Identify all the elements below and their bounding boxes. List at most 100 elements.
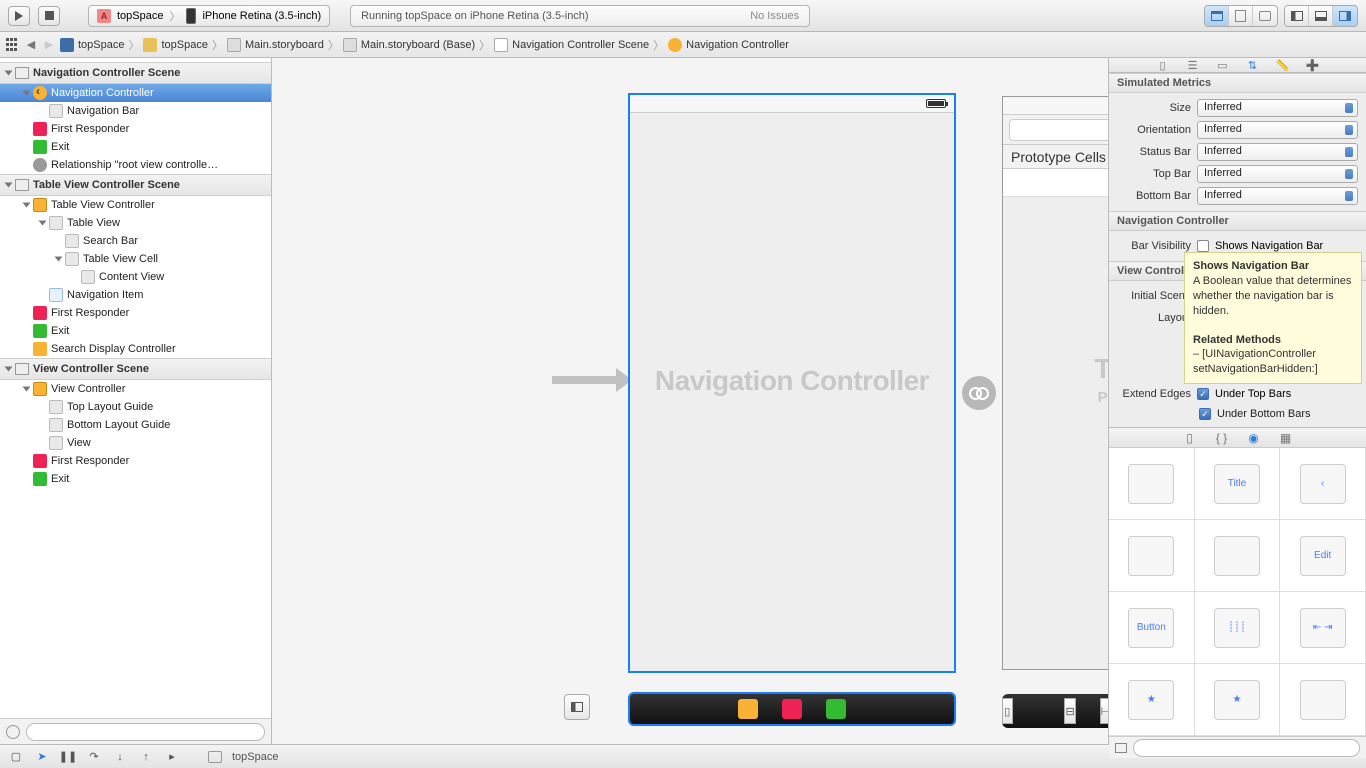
outline-row[interactable]: Exit (0, 138, 271, 156)
outline-row[interactable]: Navigation Item (0, 286, 271, 304)
library-item[interactable]: ‹ (1280, 448, 1366, 520)
library-item[interactable] (1109, 448, 1195, 520)
step-over-icon[interactable]: ↷ (86, 750, 102, 764)
breakpoints-icon[interactable]: ➤ (34, 750, 50, 764)
standard-editor-icon[interactable] (1205, 6, 1229, 26)
search-field[interactable]: 🔍 (1009, 119, 1108, 141)
process-name[interactable]: topSpace (232, 751, 278, 763)
align-button[interactable]: ⊟ (1064, 698, 1075, 724)
outline-row[interactable]: Table View (0, 214, 271, 232)
back-button[interactable]: ◀ (24, 38, 38, 52)
size-inspector-icon[interactable]: 📏 (1275, 58, 1291, 72)
run-button[interactable] (8, 6, 30, 26)
jb-folder[interactable]: topSpace (143, 38, 207, 52)
outline-row[interactable]: Relationship "root view controlle… (0, 156, 271, 174)
scene-header[interactable]: Table View Controller Scene (0, 174, 271, 196)
jb-project[interactable]: topSpace (60, 38, 124, 52)
file-inspector-icon[interactable]: ▯ (1155, 58, 1171, 72)
under-top-checkbox[interactable] (1197, 388, 1209, 400)
media-library-icon[interactable]: ▦ (1279, 432, 1293, 444)
library-item[interactable]: Title (1195, 448, 1281, 520)
assistant-editor-icon[interactable] (1229, 6, 1253, 26)
library-item[interactable] (1280, 664, 1366, 736)
toggle-debug-area-icon[interactable]: ▢ (8, 750, 24, 764)
toggle-utilities-icon[interactable] (1333, 6, 1357, 26)
step-into-icon[interactable]: ↓ (112, 750, 128, 764)
forward-button[interactable]: ▶ (42, 38, 56, 52)
jb-base[interactable]: Main.storyboard (Base) (343, 38, 475, 52)
jb-scene[interactable]: Navigation Controller Scene (494, 38, 649, 52)
outline-row[interactable]: First Responder (0, 452, 271, 470)
outline-row[interactable]: Navigation Bar (0, 102, 271, 120)
outline-row[interactable]: Bottom Layout Guide (0, 416, 271, 434)
root-vc-segue[interactable] (962, 376, 996, 410)
pause-icon[interactable]: ❚❚ (60, 750, 76, 764)
outline-row[interactable]: Table View Controller (0, 196, 271, 214)
related-items-icon[interactable] (6, 38, 20, 52)
scene-navigation-controller[interactable]: Navigation Controller (628, 93, 956, 673)
nav-controller-icon[interactable] (738, 699, 758, 719)
view-panels-segment[interactable] (1284, 5, 1358, 27)
outline-row[interactable]: View Controller (0, 380, 271, 398)
library-item[interactable] (1109, 520, 1195, 592)
outline-tree[interactable]: Navigation Controller SceneNavigation Co… (0, 58, 271, 718)
outline-row[interactable]: Exit (0, 470, 271, 488)
storyboard-canvas[interactable]: Navigation Controller 🔍 Prototype Cells … (272, 58, 1108, 744)
library-item[interactable]: Edit (1280, 520, 1366, 592)
exit-icon[interactable] (826, 699, 846, 719)
debug-view-icon[interactable]: ▸ (164, 750, 180, 764)
scene-table-view-controller[interactable]: 🔍 Prototype Cells Table View Prototype C… (1002, 96, 1108, 670)
outline-row[interactable]: Table View Cell (0, 250, 271, 268)
jb-object[interactable]: Navigation Controller (668, 38, 789, 52)
outline-row[interactable]: Top Layout Guide (0, 398, 271, 416)
library-tab-bar[interactable]: ▯ { } ◉ ▦ (1109, 428, 1366, 448)
outline-row[interactable]: Navigation Controller (0, 84, 271, 102)
prototype-cell[interactable] (1003, 169, 1108, 197)
scene-header[interactable]: View Controller Scene (0, 358, 271, 380)
scheme-selector[interactable]: A topSpace 〉 iPhone Retina (3.5-inch) (88, 5, 330, 27)
outline-row[interactable]: View (0, 434, 271, 452)
file-template-icon[interactable]: ▯ (1183, 432, 1197, 444)
under-bottom-checkbox[interactable] (1199, 408, 1211, 420)
library-item[interactable]: ★ (1109, 664, 1195, 736)
stop-button[interactable] (38, 6, 60, 26)
connections-inspector-icon[interactable]: ➕ (1305, 58, 1321, 72)
object-library-icon[interactable]: ◉ (1247, 432, 1261, 444)
library-item[interactable]: Button (1109, 592, 1195, 664)
library-item[interactable] (1195, 520, 1281, 592)
pin-button[interactable]: ⊢⊣ (1100, 698, 1108, 724)
scene-dock[interactable] (628, 692, 956, 726)
filter-field[interactable] (26, 723, 265, 741)
library-item[interactable]: ★ (1195, 664, 1281, 736)
outline-row[interactable]: Search Display Controller (0, 340, 271, 358)
bottom-bar-select[interactable]: Inferred (1197, 187, 1358, 205)
shows-nav-bar-checkbox[interactable] (1197, 240, 1209, 252)
library-grid[interactable]: Title‹EditButton┊┊┊⇤ ⇥★★ (1109, 448, 1366, 736)
code-snippet-icon[interactable]: { } (1215, 432, 1229, 444)
step-out-icon[interactable]: ↑ (138, 750, 154, 764)
size-select[interactable]: Inferred (1197, 99, 1358, 117)
library-item[interactable]: ⇤ ⇥ (1280, 592, 1366, 664)
outline-row[interactable]: Content View (0, 268, 271, 286)
orientation-select[interactable]: Inferred (1197, 121, 1358, 139)
toggle-debug-icon[interactable] (1309, 6, 1333, 26)
toggle-outline-button[interactable] (564, 694, 590, 720)
outline-row[interactable]: First Responder (0, 304, 271, 322)
inspector-tab-bar[interactable]: ▯ ☰ ▭ ⇅ 📏 ➕ (1109, 58, 1366, 73)
search-bar[interactable]: 🔍 (1003, 115, 1108, 145)
outline-row[interactable]: Search Bar (0, 232, 271, 250)
version-editor-icon[interactable] (1253, 6, 1277, 26)
form-factor-button[interactable]: ▯ (1002, 698, 1013, 724)
initial-vc-arrow[interactable] (552, 376, 622, 384)
filter-icon[interactable] (6, 725, 20, 739)
status-bar-select[interactable]: Inferred (1197, 143, 1358, 161)
attributes-inspector-icon[interactable]: ⇅ (1245, 58, 1261, 72)
top-bar-select[interactable]: Inferred (1197, 165, 1358, 183)
library-item[interactable]: ┊┊┊ (1195, 592, 1281, 664)
outline-row[interactable]: First Responder (0, 120, 271, 138)
editor-mode-segment[interactable] (1204, 5, 1278, 27)
quick-help-icon[interactable]: ☰ (1185, 58, 1201, 72)
grid-view-icon[interactable] (1115, 743, 1127, 753)
identity-inspector-icon[interactable]: ▭ (1215, 58, 1231, 72)
scene-header[interactable]: Navigation Controller Scene (0, 62, 271, 84)
